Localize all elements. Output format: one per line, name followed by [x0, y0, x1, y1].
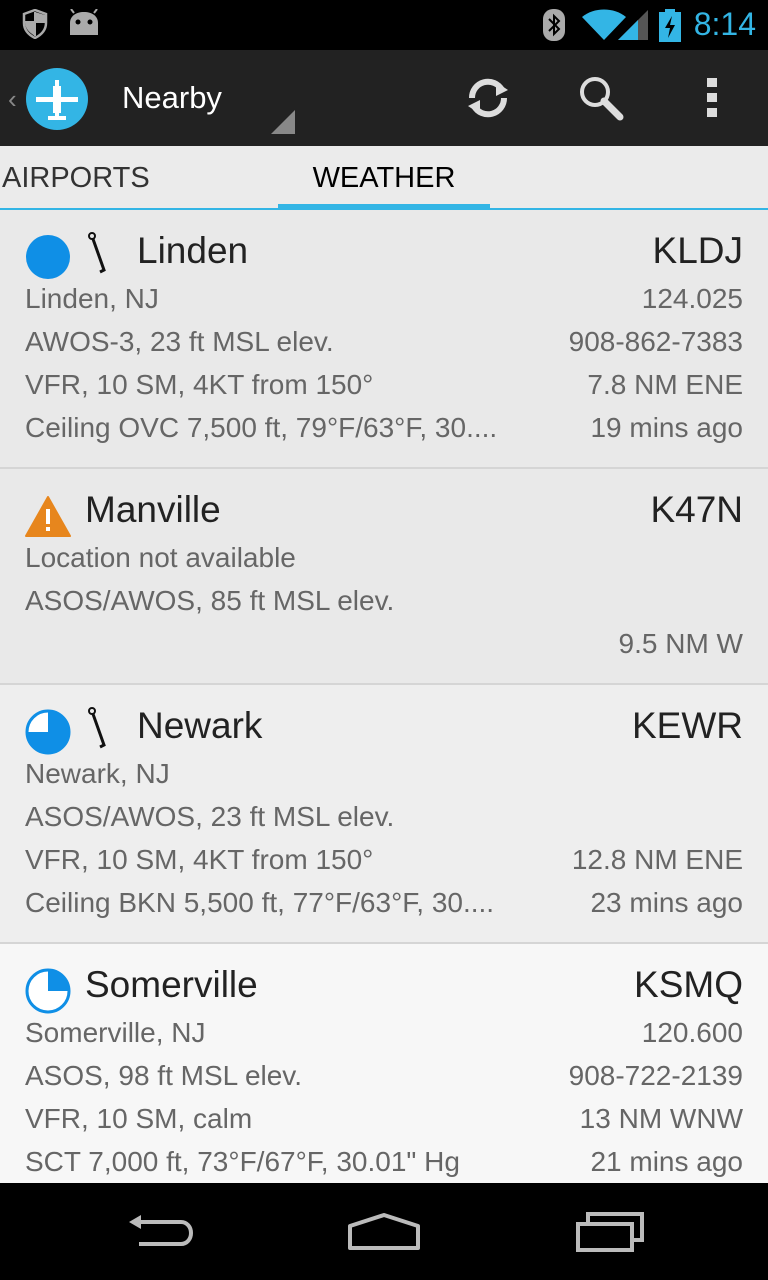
- weather-list[interactable]: Linden KLDJ Linden, NJ 124.025 AWOS-3, 2…: [0, 210, 768, 1183]
- elevation-text: ASOS, 98 ft MSL elev.: [25, 1060, 303, 1091]
- ceiling-text: Ceiling OVC 7,500 ft, 79°F/63°F, 30....: [25, 412, 498, 443]
- age-text: 21 mins ago: [590, 1146, 743, 1177]
- vfr-three-quarter-circle-icon: [25, 709, 71, 755]
- info-row: VFR, 10 SM, calm 13 NM WNW: [25, 1103, 743, 1143]
- ceiling-text: SCT 7,000 ft, 73°F/67°F, 30.01" Hg: [25, 1146, 460, 1177]
- station-name: Linden: [137, 230, 249, 271]
- distance-text: 7.8 NM ENE: [587, 369, 743, 400]
- list-item[interactable]: Manville K47N Location not available ASO…: [0, 469, 768, 685]
- warning-icon: [25, 496, 71, 537]
- elevation-text: AWOS-3, 23 ft MSL elev.: [25, 326, 334, 357]
- frequency-text: 124.025: [641, 283, 743, 314]
- up-caret-icon[interactable]: ‹: [8, 84, 17, 115]
- location-text: Location not available: [25, 542, 296, 573]
- spinner-dropdown-icon: [271, 110, 295, 134]
- airplane-icon: [36, 80, 78, 120]
- conditions-text: VFR, 10 SM, calm: [25, 1103, 253, 1134]
- info-row: 9.5 NM W: [25, 628, 743, 668]
- wind-barb-icon: [88, 232, 106, 274]
- shield-icon: [22, 9, 48, 39]
- action-bar: ‹ Nearby: [0, 50, 768, 146]
- home-button[interactable]: [304, 1183, 464, 1280]
- status-bar: 8:14: [0, 0, 768, 50]
- location-text: Linden, NJ: [25, 283, 159, 314]
- search-button[interactable]: [552, 50, 648, 146]
- info-row: Location not available: [25, 542, 743, 582]
- phone-text: 908-862-7383: [568, 326, 743, 357]
- phone-text: 908-722-2139: [568, 1060, 743, 1091]
- ceiling-text: Ceiling BKN 5,500 ft, 77°F/63°F, 30....: [25, 887, 495, 918]
- list-item[interactable]: Newark KEWR Newark, NJ ASOS/AWOS, 23 ft …: [0, 685, 768, 944]
- location-text: Somerville, NJ: [25, 1017, 206, 1048]
- signal-icon: [618, 10, 648, 40]
- station-header: Somerville KSMQ: [25, 964, 743, 1014]
- list-item[interactable]: Somerville KSMQ Somerville, NJ 120.600 A…: [0, 944, 768, 1183]
- station-code: KSMQ: [634, 964, 743, 1005]
- station-code: KEWR: [632, 705, 743, 746]
- station-name: Somerville: [85, 964, 258, 1005]
- bluetooth-icon: [543, 9, 565, 41]
- wind-barb-icon: [88, 707, 106, 749]
- refresh-icon: [468, 78, 508, 118]
- recents-icon: [576, 1211, 644, 1252]
- info-row: VFR, 10 SM, 4KT from 150° 7.8 NM ENE: [25, 369, 743, 409]
- age-text: 23 mins ago: [590, 887, 743, 918]
- age-text: 19 mins ago: [590, 412, 743, 443]
- back-button[interactable]: [80, 1183, 240, 1280]
- info-row: AWOS-3, 23 ft MSL elev. 908-862-7383: [25, 326, 743, 366]
- android-icon: [70, 9, 98, 35]
- distance-text: 12.8 NM ENE: [571, 844, 743, 875]
- vfr-quarter-circle-icon: [25, 968, 71, 1014]
- station-name: Manville: [85, 489, 221, 530]
- elevation-text: ASOS/AWOS, 85 ft MSL elev.: [25, 585, 395, 616]
- overflow-menu-button[interactable]: [664, 50, 760, 146]
- elevation-text: ASOS/AWOS, 23 ft MSL elev.: [25, 801, 395, 832]
- overflow-menu-icon: [707, 78, 717, 117]
- spinner-title: Nearby: [122, 80, 222, 115]
- station-header: Linden KLDJ: [25, 230, 743, 279]
- info-row: Somerville, NJ 120.600: [25, 1017, 743, 1057]
- distance-text: 9.5 NM W: [618, 628, 743, 659]
- home-icon: [348, 1212, 420, 1250]
- station-header: Manville K47N: [25, 489, 743, 537]
- battery-charging-icon: [659, 9, 681, 42]
- vfr-full-circle-icon: [26, 235, 70, 279]
- app-logo-airplane-icon[interactable]: [26, 68, 88, 130]
- tab-weather[interactable]: WEATHER: [278, 146, 490, 210]
- info-row: Ceiling BKN 5,500 ft, 77°F/63°F, 30.... …: [25, 887, 743, 927]
- tab-airports[interactable]: AIRPORTS: [0, 146, 280, 208]
- info-row: ASOS/AWOS, 23 ft MSL elev.: [25, 801, 743, 841]
- info-row: SCT 7,000 ft, 73°F/67°F, 30.01" Hg 21 mi…: [25, 1146, 743, 1183]
- list-item[interactable]: Linden KLDJ Linden, NJ 124.025 AWOS-3, 2…: [0, 210, 768, 469]
- tab-strip: AIRPORTS WEATHER: [0, 146, 768, 210]
- conditions-text: VFR, 10 SM, 4KT from 150°: [25, 369, 374, 400]
- info-row: VFR, 10 SM, 4KT from 150° 12.8 NM ENE: [25, 844, 743, 884]
- location-text: Newark, NJ: [25, 758, 170, 789]
- clock: 8:14: [693, 6, 756, 42]
- conditions-text: VFR, 10 SM, 4KT from 150°: [25, 844, 374, 875]
- station-code: K47N: [650, 489, 743, 530]
- info-row: Ceiling OVC 7,500 ft, 79°F/63°F, 30.... …: [25, 412, 743, 452]
- recents-button[interactable]: [530, 1183, 690, 1280]
- refresh-button[interactable]: [440, 50, 536, 146]
- info-row: Linden, NJ 124.025: [25, 283, 743, 323]
- location-spinner[interactable]: Nearby: [105, 50, 295, 146]
- info-row: ASOS, 98 ft MSL elev. 908-722-2139: [25, 1060, 743, 1100]
- back-icon: [129, 1214, 194, 1246]
- station-header: Newark KEWR: [25, 705, 743, 755]
- info-row: Newark, NJ: [25, 758, 743, 798]
- distance-text: 13 NM WNW: [579, 1103, 743, 1134]
- station-code: KLDJ: [652, 230, 743, 271]
- navigation-bar: [0, 1183, 768, 1280]
- frequency-text: 120.600: [641, 1017, 743, 1048]
- info-row: ASOS/AWOS, 85 ft MSL elev.: [25, 585, 743, 625]
- search-icon: [580, 77, 624, 121]
- station-name: Newark: [137, 705, 263, 746]
